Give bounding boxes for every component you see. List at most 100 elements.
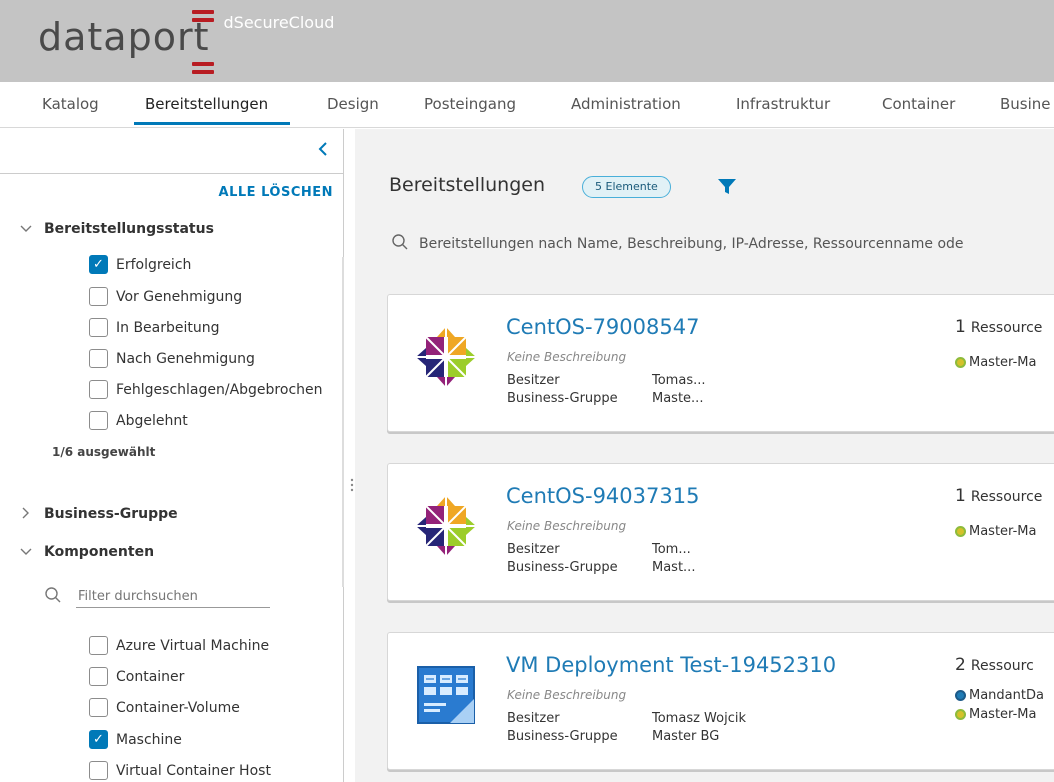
sidebar-divider [0,173,343,174]
count-badge: 5 Elemente [582,176,671,198]
status-option-label: Erfolgreich [116,256,192,273]
component-option-vch[interactable]: Virtual Container Host [89,761,271,780]
clear-all-button[interactable]: ALLE LÖSCHEN [219,185,333,200]
checkbox[interactable] [89,636,108,655]
deployments-main: Bereitstellungen 5 Elemente Bereitstellu… [355,129,1054,782]
owner-label: Besitzer [507,373,560,388]
resource-count-word: Ressourc [970,658,1034,674]
component-option-label: Container [116,668,185,685]
component-option-azure-vm[interactable]: Azure Virtual Machine [89,636,269,655]
checkbox[interactable] [89,698,108,717]
status-section-title: Bereitstellungsstatus [44,221,214,237]
group-label: Business-Gruppe [507,560,618,575]
checkbox[interactable] [89,761,108,780]
nav-tab-administration[interactable]: Administration [571,95,681,113]
owner-value: Tomas... [652,373,706,388]
component-option-label: Virtual Container Host [116,762,271,779]
nav-tab-bereitstellungen[interactable]: Bereitstellungen [145,95,268,113]
nav-tab-container[interactable]: Container [882,95,955,113]
resource-tag[interactable]: Master-Ma [955,355,1036,370]
resource-tag[interactable]: Master-Ma [955,707,1036,722]
status-option-label: Fehlgeschlagen/Abgebrochen [116,381,323,398]
checkbox[interactable] [89,349,108,368]
status-selected-count: 1/6 ausgewählt [52,445,156,459]
group-value: Master BG [652,729,720,744]
owner-value: Tom... [652,542,691,557]
app-header: dataport dSecureCloud [0,0,1054,82]
checkbox-checked-icon[interactable]: ✓ [89,730,108,749]
status-option-nach-genehmigung[interactable]: Nach Genehmigung [89,349,255,368]
components-section-header[interactable]: Komponenten [18,544,154,560]
main-nav: Katalog Bereitstellungen Design Posteing… [0,82,1054,128]
tenant-status-icon [955,690,966,701]
filter-sidebar: ALLE LÖSCHEN Bereitstellungsstatus ✓ Erf… [0,129,344,782]
centos-logo-icon [414,494,478,558]
deployment-title-link[interactable]: VM Deployment Test-19452310 [506,653,836,677]
group-label: Business-Gruppe [507,391,618,406]
deployment-description: Keine Beschreibung [507,519,627,533]
sidebar-scrollbar[interactable] [342,257,344,587]
deployment-card[interactable]: CentOS-79008547 Keine Beschreibung Besit… [387,294,1054,432]
deployment-search[interactable]: Bereitstellungen nach Name, Beschreibung… [391,233,964,255]
owner-row: Besitzer Tomas... [507,373,706,388]
checkbox[interactable] [89,318,108,337]
deployment-title-link[interactable]: CentOS-79008547 [506,315,699,339]
status-section-header[interactable]: Bereitstellungsstatus [18,221,214,237]
resource-count-number: 1 [955,486,966,506]
resource-tag[interactable]: MandantDa [955,688,1044,703]
status-option-vor-genehmigung[interactable]: Vor Genehmigung [89,287,242,306]
resource-tag-label: Master-Ma [969,524,1037,539]
nav-tab-posteingang[interactable]: Posteingang [424,95,516,113]
group-value: Mast... [652,560,696,575]
resource-count: 2 Ressourc [955,655,1034,675]
deployment-title-link[interactable]: CentOS-94037315 [506,484,699,508]
components-filter-search [44,586,270,608]
search-icon [44,586,62,608]
status-option-abgelehnt[interactable]: Abgelehnt [89,411,188,430]
group-row: Business-Gruppe Master BG [507,729,719,744]
nav-tab-business[interactable]: Busine [1000,95,1051,113]
components-filter-input[interactable] [76,586,270,608]
group-value: Maste... [652,391,704,406]
resource-tag[interactable]: Master-Ma [955,524,1036,539]
owner-label: Besitzer [507,542,560,557]
centos-logo-icon [414,325,478,389]
status-option-erfolgreich[interactable]: ✓ Erfolgreich [89,255,191,274]
checkbox[interactable] [89,380,108,399]
business-group-section-header[interactable]: Business-Gruppe [18,506,178,522]
group-row: Business-Gruppe Maste... [507,391,703,406]
owner-row: Besitzer Tom... [507,542,691,557]
nav-tab-katalog[interactable]: Katalog [42,95,99,113]
machine-status-icon [955,709,966,720]
checkbox[interactable] [89,411,108,430]
checkbox[interactable] [89,667,108,686]
status-option-in-bearbeitung[interactable]: In Bearbeitung [89,318,220,337]
checkbox[interactable] [89,287,108,306]
component-option-container-volume[interactable]: Container-Volume [89,698,240,717]
deployment-card[interactable]: VM Deployment Test-19452310 Keine Beschr… [387,632,1054,770]
logo-bars-top-icon [192,10,214,26]
deployment-search-placeholder: Bereitstellungen nach Name, Beschreibung… [419,236,964,252]
chevron-down-icon [18,545,34,559]
logo-bars-bottom-icon [192,62,214,78]
status-option-label: In Bearbeitung [116,319,220,336]
group-label: Business-Gruppe [507,729,618,744]
checkbox-checked-icon[interactable]: ✓ [89,255,108,274]
resource-tag-label: Master-Ma [969,707,1037,722]
component-option-label: Maschine [116,731,182,748]
nav-tab-design[interactable]: Design [327,95,379,113]
resource-tag-label: MandantDa [969,688,1044,703]
deployment-card[interactable]: CentOS-94037315 Keine Beschreibung Besit… [387,463,1054,601]
dataport-logo[interactable]: dataport dSecureCloud [38,10,334,74]
component-option-container[interactable]: Container [89,667,184,686]
filter-funnel-icon[interactable] [717,178,737,196]
product-name: dSecureCloud [223,13,335,32]
deployment-description: Keine Beschreibung [507,688,627,702]
nav-tab-infrastruktur[interactable]: Infrastruktur [736,95,830,113]
resource-count-word: Ressource [970,320,1043,336]
chevron-down-icon [18,222,34,236]
component-option-maschine[interactable]: ✓ Maschine [89,730,182,749]
status-option-fehlgeschlagen[interactable]: Fehlgeschlagen/Abgebrochen [89,380,323,399]
page-title: Bereitstellungen [389,174,546,196]
collapse-sidebar-icon[interactable] [316,139,332,159]
